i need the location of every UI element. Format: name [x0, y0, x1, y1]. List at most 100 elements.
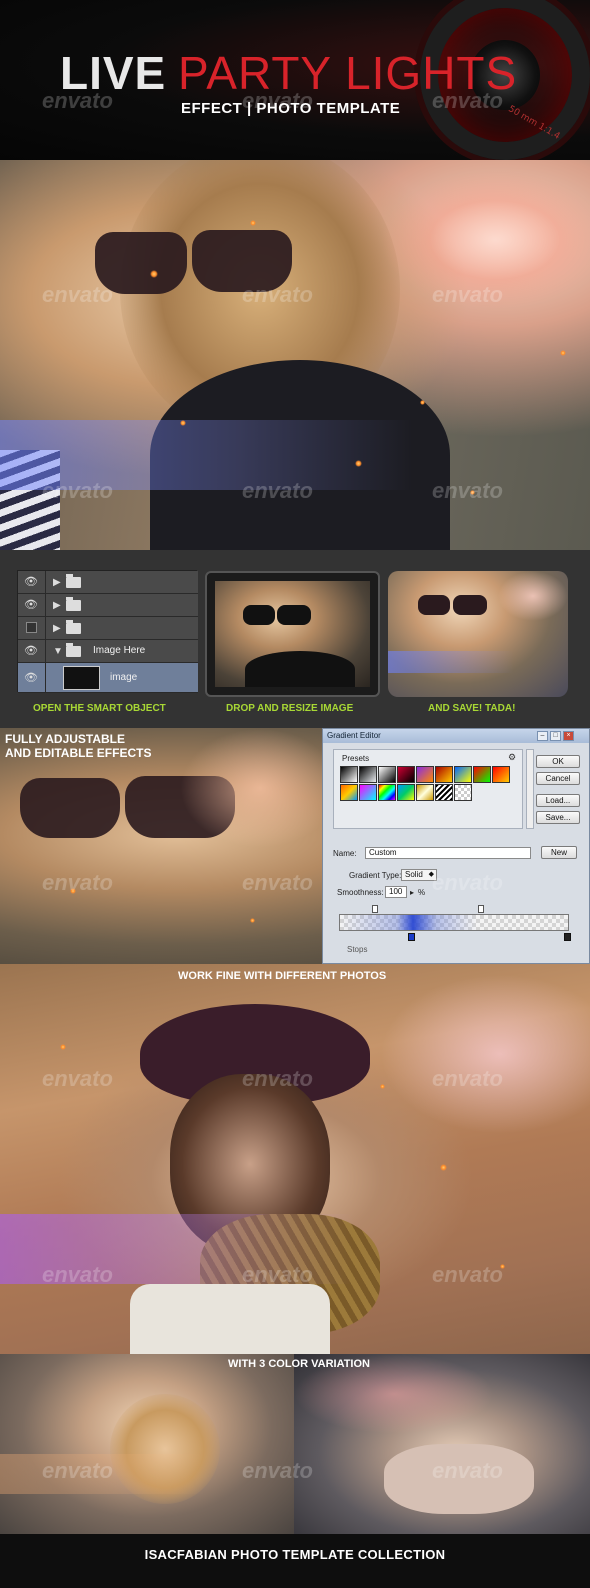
visibility-off-box[interactable]: [26, 622, 37, 633]
name-field[interactable]: Custom: [365, 847, 531, 859]
watermark: envato: [242, 282, 313, 307]
smoothness-arrow-icon[interactable]: ▸: [410, 888, 414, 897]
watermark: envato: [42, 1458, 113, 1483]
maximize-icon[interactable]: □: [550, 731, 561, 741]
presets-label: Presets: [342, 754, 370, 763]
minimize-icon[interactable]: –: [537, 731, 548, 741]
adjustable-line-1: FULLY ADJUSTABLE: [5, 732, 126, 746]
watermark: envato: [242, 1262, 313, 1287]
save-button[interactable]: Save...: [536, 811, 580, 824]
gradient-swatch[interactable]: [378, 766, 396, 783]
percent-label: %: [418, 888, 426, 897]
layer-row[interactable]: 👁 ▼ Image Here: [18, 640, 198, 663]
step-1-caption: OPEN THE SMART OBJECT: [33, 703, 166, 714]
work-fine-caption: WORK FINE WITH DIFFERENT PHOTOS: [178, 970, 387, 982]
watermark: envato: [42, 1066, 113, 1091]
opacity-stop[interactable]: [372, 905, 378, 913]
ok-button[interactable]: OK: [536, 755, 580, 768]
open-folder-icon: [66, 643, 81, 657]
gradient-swatch[interactable]: [416, 766, 434, 783]
watermark: envato: [432, 1066, 503, 1091]
step-2-caption: DROP AND RESIZE IMAGE: [226, 703, 354, 714]
collapse-arrow-icon[interactable]: ▼: [53, 646, 63, 657]
gradient-swatch[interactable]: [416, 784, 434, 801]
layer-row[interactable]: 👁 ▶: [18, 594, 198, 617]
gradient-type-value: Solid: [405, 870, 423, 879]
resize-preview-frame: [205, 571, 380, 697]
expand-arrow-icon[interactable]: ▶: [53, 600, 61, 611]
new-button[interactable]: New: [541, 846, 577, 859]
eye-icon[interactable]: 👁: [24, 672, 38, 684]
presets-scrollbar[interactable]: [526, 749, 534, 829]
expand-arrow-icon[interactable]: ▶: [53, 623, 61, 634]
watermark: envato: [42, 870, 113, 895]
close-icon[interactable]: ×: [563, 731, 574, 741]
watermark: envato: [242, 1066, 313, 1091]
load-button[interactable]: Load...: [536, 794, 580, 807]
different-photos-example: [0, 964, 590, 1354]
watermark: envato: [42, 1262, 113, 1287]
presets-group: Presets ⚙: [333, 749, 523, 829]
eye-icon[interactable]: 👁: [24, 645, 38, 657]
adjustable-line-2: AND EDITABLE EFFECTS: [5, 746, 152, 760]
variation-photo-left: [0, 1354, 294, 1534]
watermark: envato: [432, 1262, 503, 1287]
stops-label: Stops: [347, 945, 368, 954]
gradient-swatch[interactable]: [359, 766, 377, 783]
watermark: envato: [42, 282, 113, 307]
watermark: envato: [42, 478, 113, 503]
opacity-stop[interactable]: [478, 905, 484, 913]
gradient-swatch[interactable]: [340, 766, 358, 783]
watermark: envato: [432, 478, 503, 503]
smart-object-thumbnail: [63, 666, 100, 690]
gradient-swatch[interactable]: [397, 784, 415, 801]
gear-icon[interactable]: ⚙: [508, 752, 516, 763]
layers-panel: 👁 ▶ 👁 ▶ ▶ 👁 ▼ Image Here 👁 image: [17, 570, 198, 693]
eye-icon[interactable]: 👁: [24, 576, 38, 588]
watermark: envato: [432, 282, 503, 307]
layer-name: image: [110, 672, 138, 683]
gradient-bar[interactable]: [339, 914, 569, 931]
watermark: envato: [242, 870, 313, 895]
gradient-swatch[interactable]: [454, 766, 472, 783]
name-label: Name:: [333, 849, 357, 858]
watermark: envato: [42, 88, 113, 113]
eye-icon[interactable]: 👁: [24, 599, 38, 611]
gradient-swatch[interactable]: [492, 766, 510, 783]
watermark: envato: [432, 88, 503, 113]
gradient-swatch[interactable]: [378, 784, 396, 801]
adjustable-caption: FULLY ADJUSTABLE AND EDITABLE EFFECTS: [5, 732, 151, 760]
watermark: envato: [242, 1458, 313, 1483]
gradient-swatch[interactable]: [397, 766, 415, 783]
layer-row[interactable]: 👁 ▶: [18, 571, 198, 594]
folder-icon: [66, 620, 81, 634]
footer-text: ISACFABIAN PHOTO TEMPLATE COLLECTION: [144, 1547, 446, 1562]
gradient-type-label: Gradient Type:: [349, 871, 402, 880]
gradient-swatch[interactable]: [435, 784, 453, 801]
gradient-swatch[interactable]: [454, 784, 472, 801]
variation-photo-right: [294, 1354, 590, 1534]
layer-name: Image Here: [93, 645, 146, 656]
cancel-button[interactable]: Cancel: [536, 772, 580, 785]
light-flare: [380, 974, 590, 1134]
gradient-swatch[interactable]: [359, 784, 377, 801]
folder-icon: [66, 597, 81, 611]
smoothness-field[interactable]: 100: [385, 886, 407, 898]
color-stop[interactable]: [564, 933, 571, 941]
layer-row[interactable]: ▶: [18, 617, 198, 640]
gradient-swatch[interactable]: [435, 766, 453, 783]
step-3-caption: AND SAVE! TADA!: [428, 703, 516, 714]
gradient-swatch[interactable]: [473, 766, 491, 783]
smoothness-label: Smoothness:: [337, 888, 384, 897]
watermark: envato: [432, 870, 503, 895]
result-preview-frame: [388, 571, 568, 697]
gradient-editor-dialog: Gradient Editor – □ × Presets ⚙ OK Cance…: [322, 728, 590, 964]
folder-icon: [66, 574, 81, 588]
watermark: envato: [242, 88, 313, 113]
preview-photo: [215, 581, 370, 687]
expand-arrow-icon[interactable]: ▶: [53, 577, 61, 588]
color-stop[interactable]: [408, 933, 415, 941]
gradient-swatch[interactable]: [340, 784, 358, 801]
layer-row-selected[interactable]: 👁 image: [18, 663, 198, 693]
white-top: [130, 1284, 330, 1354]
